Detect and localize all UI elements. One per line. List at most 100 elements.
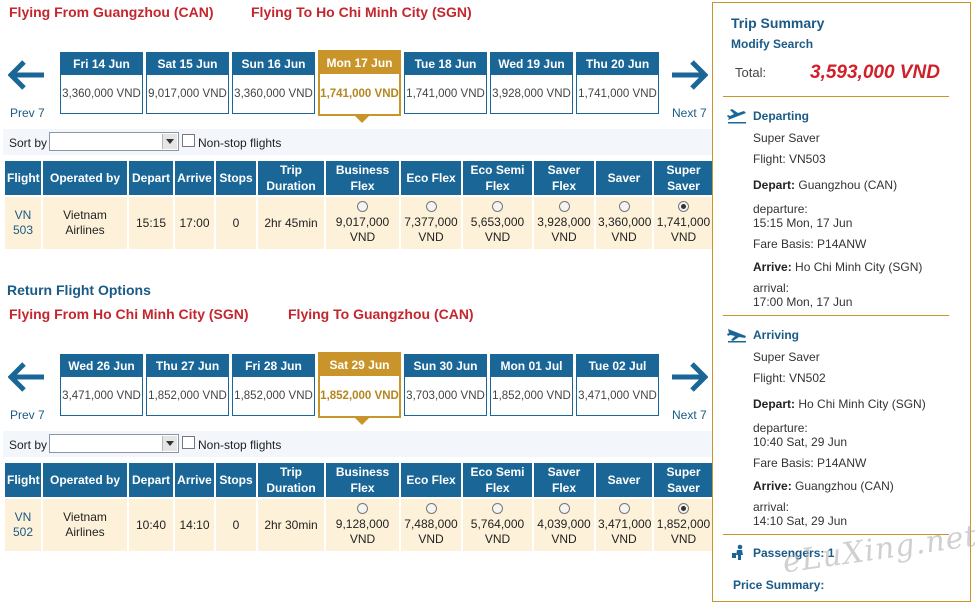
- fare-price: 3,928,000 VND: [537, 215, 591, 244]
- column-header: Super Saver: [652, 461, 715, 499]
- return-heading: Return Flight Options: [7, 282, 151, 298]
- date-option[interactable]: Fri 28 Jun 1,852,000 VND: [232, 354, 315, 416]
- fare-radio[interactable]: [558, 503, 570, 514]
- date-option[interactable]: Mon 17 Jun 1,741,000 VND: [318, 50, 401, 123]
- flight-number: Flight: VN502: [753, 371, 826, 385]
- date-option[interactable]: Fri 14 Jun 3,360,000 VND: [60, 52, 143, 114]
- fare-radio[interactable]: [618, 201, 630, 212]
- column-header: Business Flex: [324, 461, 401, 499]
- date-label: Thu 27 Jun: [147, 355, 228, 377]
- date-price: 3,471,000 VND: [62, 390, 141, 402]
- next-arrow-icon[interactable]: [670, 60, 708, 90]
- date-option[interactable]: Sat 15 Jun 9,017,000 VND: [146, 52, 229, 114]
- column-header: Flight: [3, 461, 43, 499]
- column-header: Saver: [594, 461, 654, 499]
- date-option[interactable]: Mon 01 Jul 1,852,000 VND: [490, 354, 573, 416]
- fare-cell[interactable]: 7,488,000 VND: [399, 497, 463, 553]
- fare-cell[interactable]: 7,377,000 VND: [399, 195, 463, 251]
- fare-radio[interactable]: [357, 503, 368, 514]
- next-7-link[interactable]: Next 7: [672, 106, 707, 120]
- sort-select[interactable]: [49, 434, 179, 453]
- column-header[interactable]: Stops: [214, 461, 258, 499]
- sort-label: Sort by: [9, 136, 48, 150]
- price-summary-label: Price Summary:: [733, 578, 825, 592]
- next-arrow-icon[interactable]: [670, 362, 708, 392]
- column-header[interactable]: Trip Duration: [256, 461, 326, 499]
- chevron-down-icon[interactable]: [162, 134, 177, 149]
- column-header: Saver Flex: [532, 461, 596, 499]
- date-option[interactable]: Thu 20 Jun 1,741,000 VND: [576, 52, 659, 114]
- return-section: Return Flight Options Flying From Ho Chi…: [0, 282, 716, 588]
- flight-number-cell[interactable]: VN 503: [3, 195, 43, 251]
- arrival-value: 17:00 Mon, 17 Jun: [753, 295, 853, 309]
- date-label: Fri 28 Jun: [233, 355, 314, 377]
- table-row: VN 502 Vietnam Airlines 10:40 14:10 0 2hr 30m…: [3, 497, 715, 553]
- date-option[interactable]: Wed 26 Jun 3,471,000 VND: [60, 354, 143, 416]
- next-7-link[interactable]: Next 7: [672, 408, 707, 422]
- fare-basis: Fare Basis: P14ANW: [753, 237, 867, 251]
- nonstop-checkbox[interactable]: [182, 436, 195, 449]
- prev-arrow-icon[interactable]: [8, 362, 46, 392]
- fare-radio[interactable]: [678, 503, 689, 514]
- fare-cell[interactable]: 9,017,000 VND: [324, 195, 401, 251]
- column-header: Operated by: [41, 461, 129, 499]
- fare-cell[interactable]: 1,741,000 VND: [652, 195, 715, 251]
- fare-radio[interactable]: [425, 503, 437, 514]
- fare-cell[interactable]: 3,360,000 VND: [594, 195, 654, 251]
- sort-select[interactable]: [49, 132, 179, 151]
- prev-7-link[interactable]: Prev 7: [10, 408, 45, 422]
- fare-radio[interactable]: [357, 201, 368, 212]
- fare-cell[interactable]: 1,852,000 VND: [652, 497, 715, 553]
- fare-price: 7,488,000 VND: [404, 517, 458, 546]
- plane-takeoff-icon: [727, 108, 747, 124]
- fare-radio[interactable]: [618, 503, 630, 514]
- column-header[interactable]: Trip Duration: [256, 159, 326, 197]
- selected-pointer: [354, 115, 370, 123]
- fare-cell[interactable]: 3,928,000 VND: [532, 195, 596, 251]
- modify-search-link[interactable]: Modify Search: [731, 37, 813, 51]
- column-header[interactable]: Arrive: [173, 159, 216, 197]
- column-header[interactable]: Depart: [127, 159, 175, 197]
- depart-time-cell: 15:15: [127, 195, 175, 251]
- fare-cell[interactable]: 5,653,000 VND: [461, 195, 534, 251]
- date-option[interactable]: Tue 02 Jul 3,471,000 VND: [576, 354, 659, 416]
- date-label: Mon 01 Jul: [491, 355, 572, 377]
- chevron-down-icon[interactable]: [162, 436, 177, 451]
- fare-cell[interactable]: 3,471,000 VND: [594, 497, 654, 553]
- fare-price: 3,360,000 VND: [598, 215, 652, 244]
- passenger-icon: [731, 544, 747, 560]
- outbound-sort-bar: Sort by Non-stop flights: [3, 129, 713, 155]
- date-option[interactable]: Sat 29 Jun 1,852,000 VND: [318, 352, 401, 425]
- flight-number-cell[interactable]: VN 502: [3, 497, 43, 553]
- total-label: Total:: [735, 65, 767, 80]
- divider: [723, 96, 949, 97]
- fare-price: 3,471,000 VND: [598, 517, 652, 546]
- date-option[interactable]: Sun 16 Jun 3,360,000 VND: [232, 52, 315, 114]
- fare-radio[interactable]: [492, 201, 503, 212]
- fare-radio[interactable]: [425, 201, 437, 212]
- fare-radio[interactable]: [492, 503, 503, 514]
- date-option[interactable]: Wed 19 Jun 3,928,000 VND: [490, 52, 573, 114]
- column-header[interactable]: Arrive: [173, 461, 216, 499]
- fare-cell[interactable]: 5,764,000 VND: [461, 497, 534, 553]
- date-option[interactable]: Sun 30 Jun 3,703,000 VND: [404, 354, 487, 416]
- nonstop-checkbox[interactable]: [182, 134, 195, 147]
- return-from: Flying From Ho Chi Minh City (SGN): [9, 306, 249, 322]
- date-label: Tue 18 Jun: [405, 53, 486, 75]
- prev-7-link[interactable]: Prev 7: [10, 106, 45, 120]
- fare-price: 4,039,000 VND: [537, 517, 591, 546]
- nonstop-label: Non-stop flights: [198, 136, 282, 150]
- fare-cell[interactable]: 9,128,000 VND: [324, 497, 401, 553]
- arrive-label: Arrive:: [753, 260, 792, 274]
- fare-radio[interactable]: [558, 201, 570, 212]
- date-label: Wed 19 Jun: [491, 53, 572, 75]
- operator-cell: Vietnam Airlines: [41, 195, 129, 251]
- prev-arrow-icon[interactable]: [8, 60, 46, 90]
- date-option[interactable]: Tue 18 Jun 1,741,000 VND: [404, 52, 487, 114]
- trip-summary-panel: Trip Summary Modify Search Total: 3,593,…: [712, 2, 971, 602]
- fare-radio[interactable]: [678, 201, 689, 212]
- column-header[interactable]: Depart: [127, 461, 175, 499]
- fare-cell[interactable]: 4,039,000 VND: [532, 497, 596, 553]
- column-header[interactable]: Stops: [214, 159, 258, 197]
- date-option[interactable]: Thu 27 Jun 1,852,000 VND: [146, 354, 229, 416]
